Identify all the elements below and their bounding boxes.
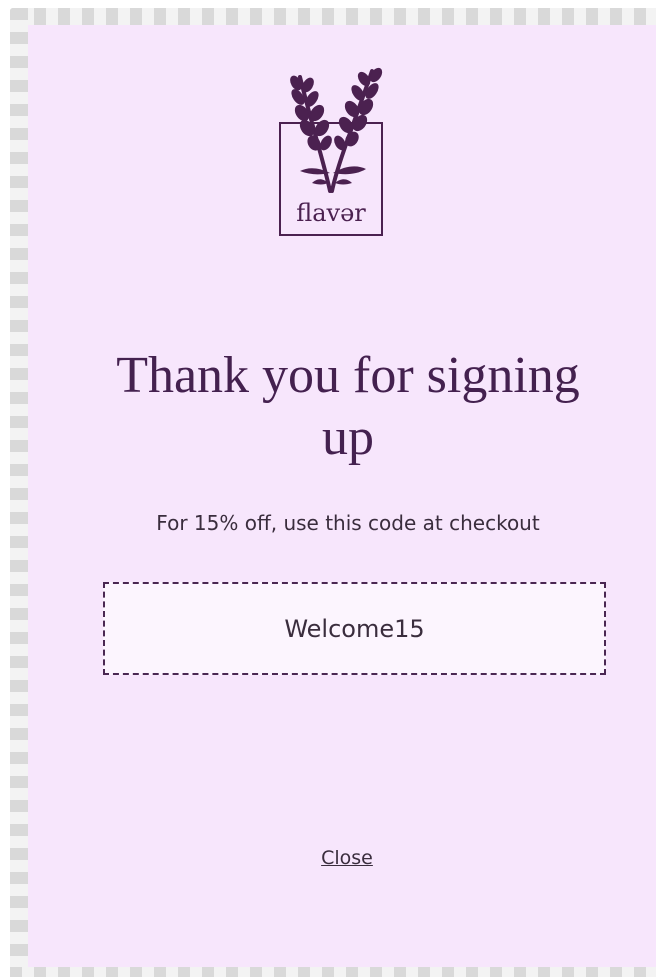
frame-edge-left: [10, 8, 28, 977]
page-title: Thank you for signing up: [116, 347, 580, 466]
frame-edge-bottom: [10, 967, 656, 977]
brand-wordmark: flavər: [296, 199, 366, 227]
close-link[interactable]: Close: [321, 847, 373, 869]
popup-frame: flavər Thank you for signing up For 15% …: [10, 8, 656, 977]
discount-code: Welcome15: [284, 614, 425, 643]
signup-confirmation-panel: flavər Thank you for signing up For 15% …: [28, 25, 656, 967]
discount-instructions: For 15% off, use this code at checkout: [156, 511, 540, 535]
discount-code-box[interactable]: Welcome15: [103, 582, 606, 675]
brand-logo: flavər: [278, 63, 384, 243]
close-link-container: Close: [28, 847, 656, 869]
